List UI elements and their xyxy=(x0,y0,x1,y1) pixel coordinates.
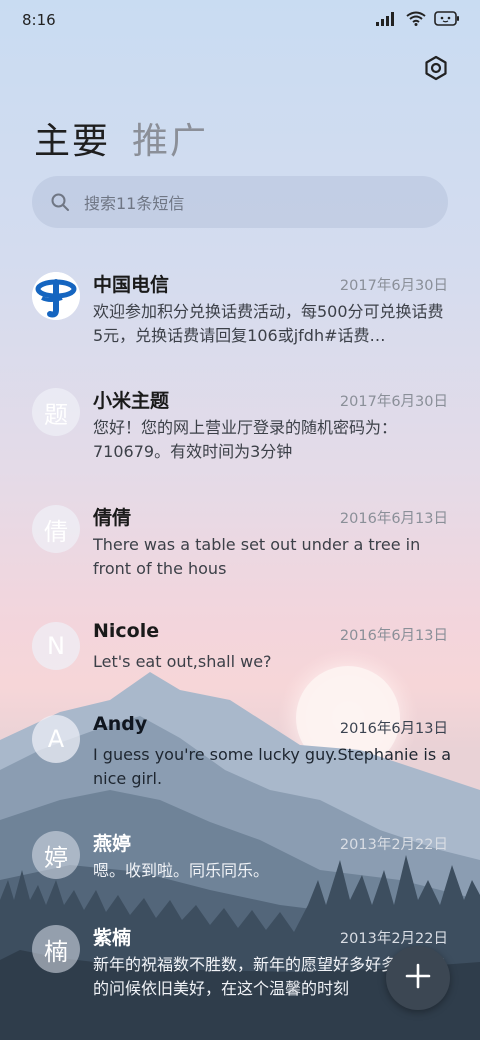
message-item-andy[interactable]: A Andy 2016年6月13日 I guess you're some lu… xyxy=(0,713,480,815)
wifi-icon xyxy=(406,11,426,30)
status-icons xyxy=(376,10,460,30)
avatar-china-telecom-logo xyxy=(32,272,80,320)
avatar: 题 xyxy=(32,388,80,436)
message-date: 2016年6月13日 xyxy=(339,628,448,644)
sender-name: 紫楠 xyxy=(93,927,132,949)
avatar: 楠 xyxy=(32,925,80,973)
battery-icon xyxy=(434,10,460,30)
message-item-xiaomi-theme[interactable]: 题 小米主题 2017年6月30日 您好！您的网上营业厅登录的随机密码为：710… xyxy=(0,388,480,488)
message-preview: 嗯。收到啦。同乐同乐。 xyxy=(93,861,270,880)
message-preview: I guess you're some lucky guy.Stephanie … xyxy=(93,745,452,788)
status-time: 8:16 xyxy=(22,11,56,29)
settings-button[interactable] xyxy=(418,52,454,88)
sender-name: 中国电信 xyxy=(93,274,170,296)
message-item-qianqian[interactable]: 倩 倩倩 2016年6月13日 There was a table set ou… xyxy=(0,505,480,605)
message-date: 2013年2月22日 xyxy=(339,837,448,853)
avatar: N xyxy=(32,622,80,670)
sender-name: Andy xyxy=(93,713,148,735)
status-bar: 8:16 xyxy=(0,0,480,40)
search-placeholder: 搜索11条短信 xyxy=(84,194,185,213)
avatar: A xyxy=(32,715,80,763)
message-item-china-telecom[interactable]: 中国电信 2017年6月30日 欢迎参加积分兑换话费活动，每500分可兑换话费5… xyxy=(0,272,480,372)
avatar: 婷 xyxy=(32,831,80,879)
sender-name: 小米主题 xyxy=(93,390,170,412)
settings-icon xyxy=(423,55,449,85)
sender-name: 燕婷 xyxy=(93,833,132,855)
sender-name: Nicole xyxy=(93,620,160,642)
compose-button[interactable] xyxy=(386,946,450,1010)
message-preview: 您好！您的网上营业厅登录的随机密码为：710679。有效时间为3分钟 xyxy=(93,418,398,461)
message-date: 2017年6月30日 xyxy=(339,394,448,410)
tab-primary[interactable]: 主要 xyxy=(34,112,110,164)
plus-icon xyxy=(405,963,431,993)
tab-promotions[interactable]: 推广 xyxy=(132,112,208,164)
message-preview: There was a table set out under a tree i… xyxy=(93,535,421,578)
search-icon xyxy=(50,192,70,212)
message-date: 2016年6月13日 xyxy=(339,721,448,737)
message-date: 2013年2月22日 xyxy=(339,931,448,947)
signal-icon xyxy=(376,11,398,30)
message-date: 2016年6月13日 xyxy=(339,511,448,527)
message-preview: Let's eat out,shall we? xyxy=(93,652,272,671)
message-date: 2017年6月30日 xyxy=(339,278,448,294)
message-item-nicole[interactable]: N Nicole 2016年6月13日 Let's eat out,shall … xyxy=(0,620,480,722)
search-bar[interactable]: 搜索11条短信 xyxy=(32,176,448,228)
avatar: 倩 xyxy=(32,505,80,553)
china-telecom-logo-icon xyxy=(32,272,80,320)
tab-bar: 主要 推广 xyxy=(34,112,208,164)
sender-name: 倩倩 xyxy=(93,507,132,529)
message-preview: 欢迎参加积分兑换话费活动，每500分可兑换话费5元，兑换话费请回复106或jfd… xyxy=(93,302,444,345)
message-item-yanting[interactable]: 婷 燕婷 2013年2月22日 嗯。收到啦。同乐同乐。 xyxy=(0,831,480,931)
